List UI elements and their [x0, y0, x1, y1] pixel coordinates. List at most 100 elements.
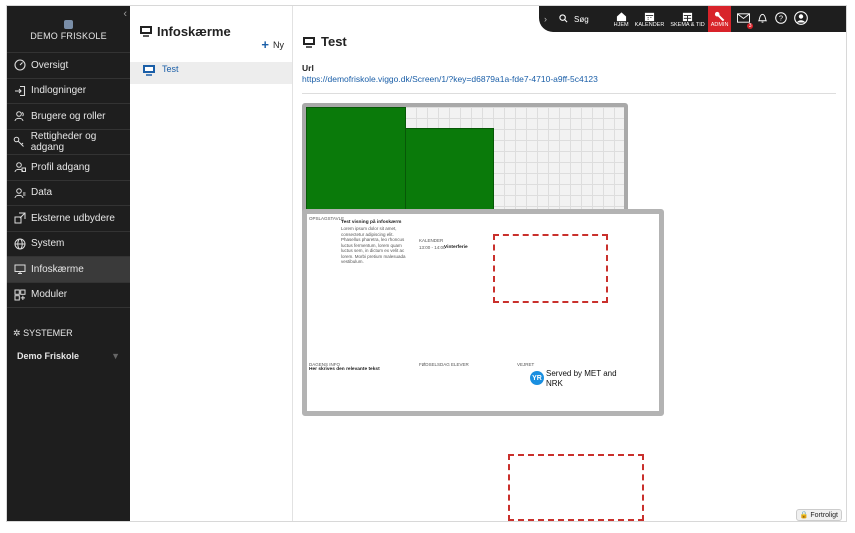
plus-icon: + [261, 37, 269, 52]
messages-button[interactable]: 3 [737, 12, 754, 29]
post-title: Test visning på infoskærm [341, 220, 402, 225]
screen-url-link[interactable]: https://demofriskole.viggo.dk/Screen/1/?… [302, 74, 598, 84]
chevron-right-icon[interactable]: › [544, 14, 547, 24]
nav-label: HJEM [613, 22, 629, 28]
list-item-label: Test [162, 64, 179, 74]
sidebar-item-system[interactable]: System [7, 232, 130, 257]
key-icon [13, 135, 26, 148]
weather-credit: Served by MET and NRK [546, 369, 617, 388]
sidebar-menu: Oversigt Indlogninger Brugere og roller … [7, 52, 130, 308]
sidebar-item-label: Oversigt [31, 59, 69, 71]
sidebar-item-rettigheder[interactable]: Rettigheder og adgang [7, 130, 130, 155]
system-selector[interactable]: Demo Friskole ▼ [7, 351, 130, 361]
infoscreen-list-pane: Infoskærme + Ny Test [130, 6, 293, 521]
school-name: DEMO FRISKOLE [30, 31, 107, 41]
opslagstavle-heading: OPSLAGSTAVLE [309, 216, 345, 221]
search-button[interactable]: Søg [559, 13, 589, 25]
chevron-down-icon: ▼ [111, 351, 120, 361]
systems-heading: ✲ SYSTEMER [13, 328, 73, 338]
dashboard-icon [13, 59, 26, 72]
nav-schedule[interactable]: SKEMA & TID [667, 6, 707, 32]
app-window: ‹ DEMO FRISKOLE Oversigt Indlogninger Br… [6, 5, 847, 522]
school-logo-area: DEMO FRISKOLE [7, 6, 130, 52]
divider [302, 93, 836, 94]
kalender-event: Vinterferie [444, 245, 468, 250]
user-avatar-icon[interactable] [794, 10, 809, 28]
sidebar-item-label: Eksterne udbydere [31, 212, 115, 224]
sidebar-item-label: Profil adgang [31, 161, 90, 173]
vejret-heading: VEJRET [517, 362, 535, 367]
main-nav: HJEM KALENDER SKEMA & TID ADMIN [611, 6, 732, 32]
nav-admin[interactable]: ADMIN [707, 6, 732, 32]
sidebar-item-moduler[interactable]: Moduler [7, 283, 130, 308]
weather-widget: YR Served by MET and NRK [530, 369, 618, 389]
message-count-badge: 3 [746, 22, 754, 29]
modules-icon [13, 288, 26, 301]
collapse-sidebar-icon[interactable]: ‹ [123, 8, 127, 20]
search-label: Søg [574, 14, 589, 24]
post-text: Lorem ipsum dolor sit amet, consectetur … [341, 226, 406, 264]
nav-calendar[interactable]: KALENDER [632, 6, 668, 32]
nav-label: SKEMA & TID [670, 22, 705, 28]
system-selected-label: Demo Friskole [17, 351, 80, 361]
monitor-icon [302, 36, 316, 48]
screen-preview: OPSLAGSTAVLE Test visning på infoskærm L… [302, 209, 664, 416]
globe-icon [13, 237, 26, 250]
nav-label: KALENDER [634, 22, 665, 28]
data-icon [13, 186, 26, 199]
profile-icon [13, 161, 26, 174]
topbar-actions: 3 ? [737, 10, 809, 29]
svg-text:?: ? [779, 13, 783, 22]
users-icon [13, 110, 26, 123]
lock-icon: 🔒 [799, 512, 809, 519]
list-item[interactable]: Test [130, 62, 292, 84]
new-label: Ny [273, 39, 284, 50]
monitor-icon [142, 64, 156, 78]
dagens-info-text: Her skrives den relevante tekst [309, 367, 380, 372]
sidebar-item-label: Moduler [31, 289, 68, 301]
sidebar-item-label: Infoskærme [31, 263, 84, 275]
sidebar-item-oversigt[interactable]: Oversigt [7, 53, 130, 79]
sidebar-item-label: Brugere og roller [31, 110, 106, 122]
main-content: Test Url https://demofriskole.viggo.dk/S… [294, 6, 846, 521]
sidebar-item-indlogninger[interactable]: Indlogninger [7, 79, 130, 104]
kalender-time: 13:00 - 14:00 [419, 245, 446, 250]
confidential-badge[interactable]: 🔒 Fortroligt [795, 509, 842, 521]
home-icon [616, 10, 627, 22]
yr-logo: YR [530, 371, 544, 385]
page-title-label: Test [321, 34, 347, 49]
sidebar-item-profil-adgang[interactable]: Profil adgang [7, 155, 130, 181]
school-logo [64, 20, 73, 29]
sidebar-item-label: System [31, 238, 65, 250]
sidebar-item-brugere[interactable]: Brugere og roller [7, 104, 130, 130]
sidebar-item-data[interactable]: Data [7, 181, 130, 206]
calendar-icon [644, 10, 655, 22]
highlight-box [508, 454, 644, 521]
highlight-box [493, 234, 608, 303]
schedule-icon [682, 10, 693, 22]
login-icon [13, 84, 26, 97]
sidebar-item-eksterne-udbydere[interactable]: Eksterne udbydere [7, 206, 130, 232]
list-title-label: Infoskærme [157, 23, 231, 39]
help-icon[interactable]: ? [775, 11, 788, 27]
kalender-heading: KALENDER [419, 238, 444, 243]
bell-icon[interactable] [757, 12, 768, 27]
monitor-icon [139, 25, 153, 37]
puzzle-icon: ✲ [13, 328, 21, 338]
nav-home[interactable]: HJEM [611, 6, 632, 32]
top-navigation-bar: › Søg HJEM KALENDER SKEMA & TID ADMIN 3 … [539, 6, 846, 32]
external-icon [13, 212, 26, 225]
sidebar-item-infoskaerme[interactable]: Infoskærme [7, 257, 130, 283]
sidebar-item-label: Rettigheder og adgang [30, 130, 97, 153]
page-title: Test [302, 34, 347, 49]
birthdays-heading: FØDSELSDAG ELEVER [419, 362, 469, 367]
nav-label: ADMIN [710, 22, 729, 28]
wrench-icon [714, 10, 725, 22]
sidebar-item-label: Indlogninger [31, 85, 87, 97]
monitor-icon [13, 263, 26, 276]
sidebar: ‹ DEMO FRISKOLE Oversigt Indlogninger Br… [7, 6, 130, 521]
search-icon [559, 13, 568, 25]
sidebar-item-label: Data [31, 187, 53, 199]
url-label: Url [302, 63, 314, 73]
new-infoscreen-button[interactable]: + Ny [261, 37, 284, 52]
